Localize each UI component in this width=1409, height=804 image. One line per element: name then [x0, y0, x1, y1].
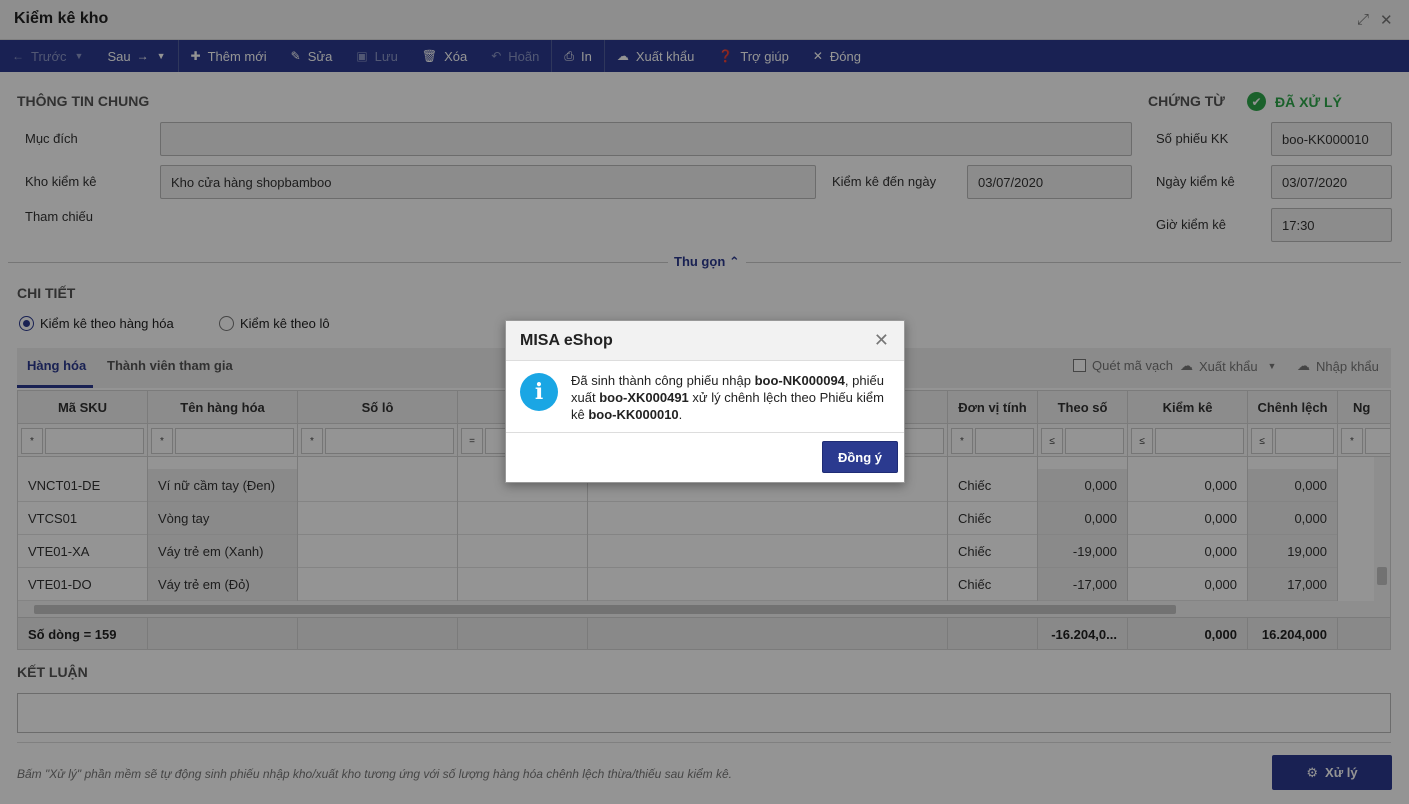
- ok-button[interactable]: Đồng ý: [822, 441, 898, 473]
- dialog-message: Đã sinh thành công phiếu nhập boo-NK0000…: [571, 372, 893, 423]
- dialog-header: MISA eShop ✕: [506, 321, 904, 361]
- export-voucher-code: boo-XK000491: [599, 390, 689, 405]
- message-dialog: MISA eShop ✕ i Đã sinh thành công phiếu …: [505, 320, 905, 483]
- dialog-divider: [506, 432, 904, 433]
- import-voucher-code: boo-NK000094: [754, 373, 845, 388]
- count-voucher-code: boo-KK000010: [588, 407, 679, 422]
- close-icon[interactable]: ✕: [874, 330, 889, 351]
- dialog-title: MISA eShop: [520, 332, 613, 349]
- info-icon: i: [520, 373, 558, 411]
- message-text: Đã sinh thành công phiếu nhập: [571, 373, 755, 388]
- message-text: .: [678, 407, 683, 422]
